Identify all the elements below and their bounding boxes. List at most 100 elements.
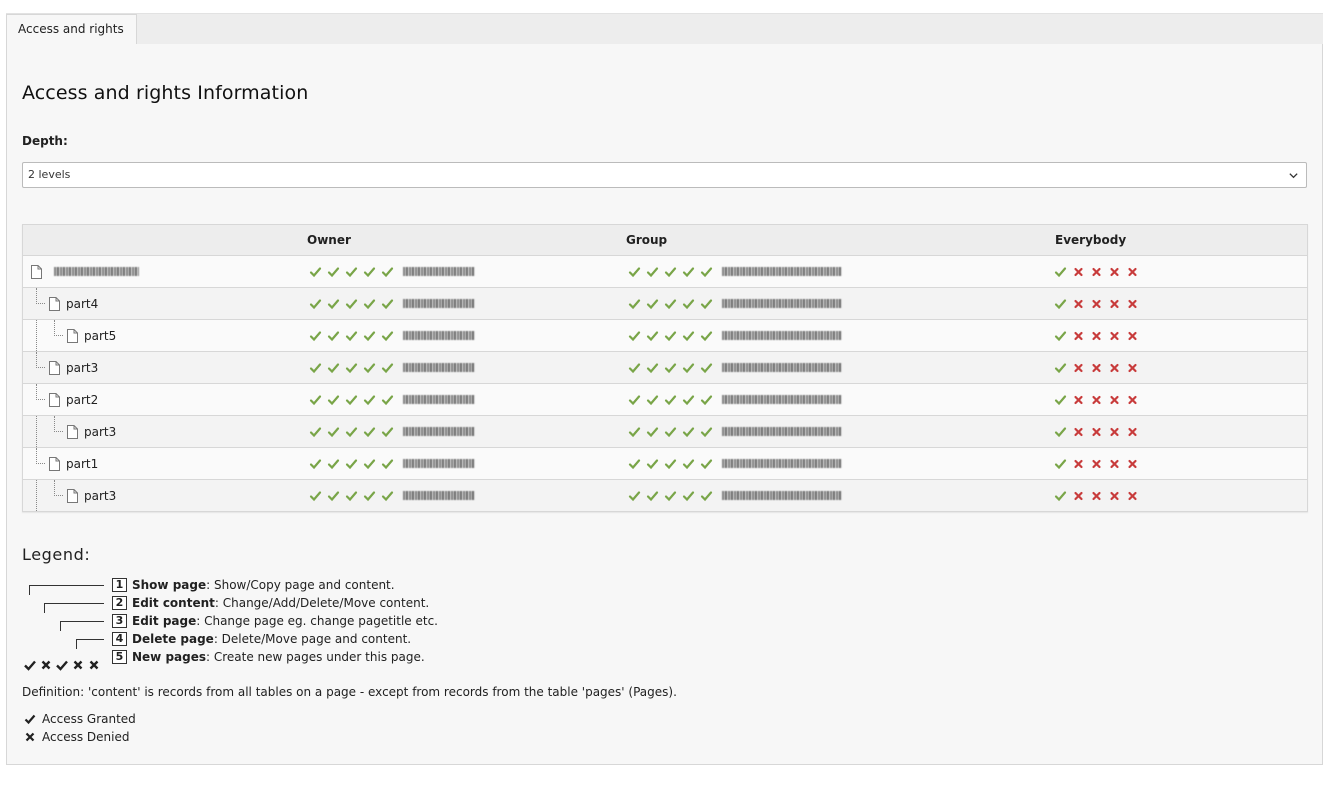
cross-icon [1074,267,1083,276]
cross-icon [1092,299,1101,308]
cross-icon [1092,363,1101,372]
definition-text: Definition: 'content' is records from al… [22,685,677,699]
cross-icon [1110,395,1119,404]
page-name[interactable]: part3 [66,361,98,375]
check-icon [327,394,340,405]
everybody-permissions [1052,352,1142,383]
check-icon [327,426,340,437]
cross-icon [1110,299,1119,308]
page-cell [31,256,139,287]
check-icon [700,330,713,341]
page-icon[interactable] [49,456,60,471]
redacted-name [403,363,475,372]
check-icon [664,362,677,373]
redacted-name [403,395,475,404]
cross-icon [89,660,99,670]
legend-item: 1 Show page: Show/Copy page and content. [112,576,395,594]
owner-permissions [307,288,475,319]
everybody-permissions [1052,480,1142,511]
redacted-name [403,299,475,308]
check-icon [345,298,358,309]
everybody-permissions [1052,320,1142,351]
owner-permissions-icons [307,394,397,406]
check-icon [628,490,641,501]
owner-permissions [307,416,475,447]
page-name[interactable]: part5 [84,329,116,343]
check-icon [381,426,394,437]
check-icon [646,490,659,501]
page-icon[interactable] [67,424,78,439]
page-name[interactable]: part4 [66,297,98,311]
group-permissions-icons [626,490,716,502]
page-name[interactable]: part3 [84,425,116,439]
redacted-name [403,267,475,276]
group-permissions-icons [626,298,716,310]
tree-indent [31,448,49,479]
check-icon [700,298,713,309]
check-icon [682,426,695,437]
cross-icon [1128,491,1137,500]
table-header: Owner Group Everybody [23,225,1307,256]
group-permissions-icons [626,426,716,438]
page-icon[interactable] [67,328,78,343]
check-icon [700,266,713,277]
redacted-name [722,395,842,404]
legend-item-desc: : Show/Copy page and content. [206,578,395,592]
owner-permissions-icons [307,362,397,374]
page-icon[interactable] [49,360,60,375]
cross-icon [1092,331,1101,340]
owner-permissions-icons [307,426,397,438]
redacted-name [722,299,842,308]
check-icon [700,458,713,469]
everybody-permissions-icons [1052,490,1142,502]
everybody-permissions [1052,384,1142,415]
check-icon [56,660,68,671]
key-granted: Access Granted [24,712,136,726]
cross-icon [1128,427,1137,436]
page-icon[interactable] [49,392,60,407]
legend-number: 4 [112,632,127,646]
legend-item-name: Edit content [132,596,215,610]
page-icon[interactable] [49,296,60,311]
everybody-permissions-icons [1052,458,1142,470]
check-icon [309,362,322,373]
key-denied-label: Access Denied [42,730,130,744]
check-icon [327,298,340,309]
cross-icon [1092,267,1101,276]
check-icon [309,298,322,309]
tab-bar: Access and rights [6,13,1323,46]
table-row: part2 [23,384,1307,416]
owner-permissions-icons [307,298,397,310]
check-icon [327,490,340,501]
check-icon [664,458,677,469]
group-permissions [626,384,842,415]
cross-icon [1074,427,1083,436]
group-permissions-icons [626,362,716,374]
owner-permissions-icons [307,458,397,470]
page-icon[interactable] [31,264,42,279]
check-icon [345,266,358,277]
depth-select-value: 2 levels [28,168,71,181]
check-icon [1054,298,1067,309]
header-everybody: Everybody [1055,233,1127,247]
check-icon [24,714,36,725]
check-icon [682,330,695,341]
check-icon [664,394,677,405]
page-name[interactable]: part2 [66,393,98,407]
legend: 1 Show page: Show/Copy page and content. 2… [22,575,622,671]
check-icon [363,394,376,405]
page-name[interactable]: part1 [66,457,98,471]
table-row [23,256,1307,288]
check-icon [363,490,376,501]
check-icon [682,362,695,373]
table-row: part1 [23,448,1307,480]
group-permissions [626,480,842,511]
depth-select[interactable]: 2 levels [22,162,1307,188]
redacted-name [403,427,475,436]
page-cell: part2 [31,384,98,415]
tab-access-and-rights[interactable]: Access and rights [6,14,137,46]
legend-bracket-2 [44,603,104,613]
legend-item-desc: : Change/Add/Delete/Move content. [214,596,430,610]
page-icon[interactable] [67,488,78,503]
page-name[interactable]: part3 [84,489,116,503]
